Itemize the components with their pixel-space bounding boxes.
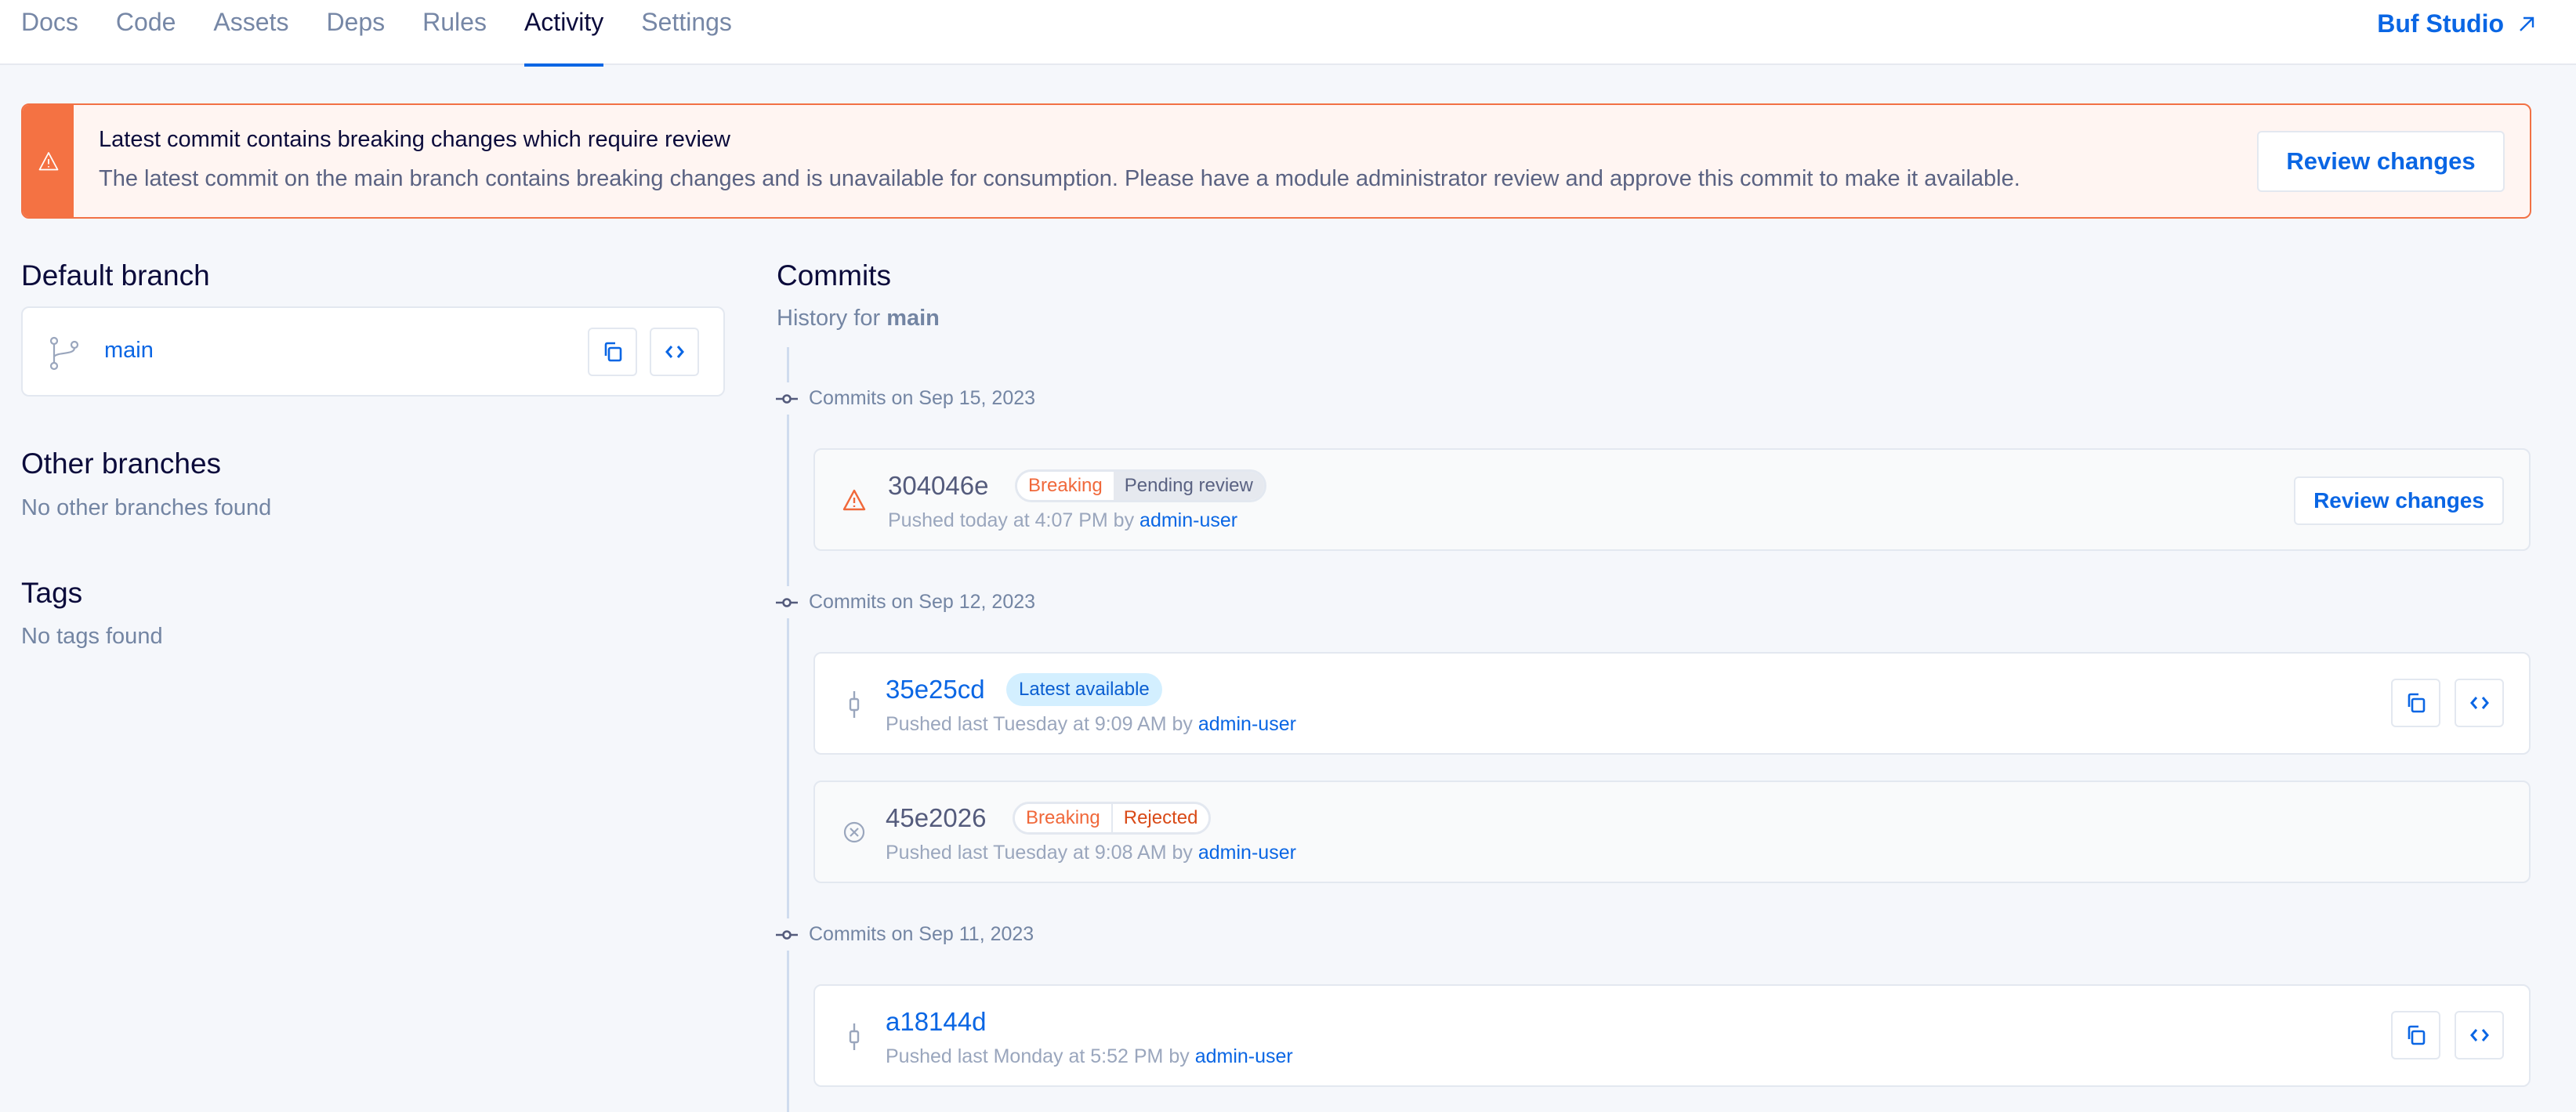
browse-code-button[interactable] — [2455, 679, 2504, 727]
status-badge: Breaking Rejected — [1013, 802, 1212, 835]
default-branch-heading: Default branch — [21, 259, 210, 292]
banner-message: The latest commit on the main branch con… — [99, 166, 2020, 191]
commit-meta: Pushed last Tuesday at 9:09 AM by admin-… — [886, 713, 1296, 736]
copy-icon — [2408, 1025, 2425, 1045]
commit-row: 45e2026 Breaking Rejected Pushed last Tu… — [813, 781, 2531, 883]
author-link[interactable]: admin-user — [1195, 1045, 1293, 1067]
warning-icon — [38, 151, 58, 170]
review-changes-button[interactable]: Review changes — [2294, 476, 2504, 525]
copy-commit-button[interactable] — [2391, 679, 2440, 727]
commits-subtitle: History for main — [777, 306, 940, 331]
external-link-arrow-icon — [2520, 16, 2534, 31]
copy-commit-button[interactable] — [2391, 1011, 2440, 1059]
author-link[interactable]: admin-user — [1198, 713, 1296, 735]
author-link[interactable]: admin-user — [1139, 509, 1237, 531]
pending-review-badge: Pending review — [1113, 472, 1264, 500]
tab-docs[interactable]: Docs — [21, 0, 78, 65]
default-branch-card: main — [21, 306, 725, 397]
code-icon — [2469, 697, 2489, 709]
commit-hash-link[interactable]: a18144d — [886, 1007, 986, 1037]
pushed-text: Pushed today at 4:07 PM by — [888, 509, 1135, 531]
browse-code-button[interactable] — [650, 328, 699, 376]
pushed-text: Pushed last Monday at 5:52 PM by — [886, 1045, 1190, 1067]
commit-row: 35e25cd Latest available Pushed last Tue… — [813, 652, 2531, 755]
commit-row: a18144d Pushed last Monday at 5:52 PM by… — [813, 984, 2531, 1087]
history-prefix: History for — [777, 306, 881, 331]
author-link[interactable]: admin-user — [1198, 842, 1296, 864]
commit-meta: Pushed last Monday at 5:52 PM by admin-u… — [886, 1045, 1293, 1068]
other-branches-empty: No other branches found — [21, 495, 272, 520]
other-branches-heading: Other branches — [21, 447, 222, 480]
tab-activity[interactable]: Activity — [524, 0, 604, 67]
date-group-header: Commits on Sep 12, 2023 — [776, 586, 1036, 618]
copy-icon — [2408, 693, 2425, 713]
history-branch: main — [886, 306, 940, 331]
copy-icon — [604, 342, 621, 362]
commit-icon — [849, 691, 860, 718]
banner-review-changes-button[interactable]: Review changes — [2257, 131, 2505, 192]
tags-empty: No tags found — [21, 624, 163, 649]
buf-studio-label: Buf Studio — [2377, 9, 2504, 38]
tab-code[interactable]: Code — [116, 0, 176, 65]
tab-rules[interactable]: Rules — [422, 0, 487, 65]
tab-assets[interactable]: Assets — [213, 0, 288, 65]
timeline-line — [787, 347, 789, 1112]
browse-code-button[interactable] — [2455, 1011, 2504, 1059]
top-nav-bar: Docs Code Assets Deps Rules Activity Set… — [0, 0, 2576, 67]
commit-row: 304046e Breaking Pending review Pushed t… — [813, 448, 2531, 551]
commit-icon — [849, 1023, 860, 1050]
commit-hash: 45e2026 — [886, 803, 987, 832]
date-label: Commits on Sep 12, 2023 — [809, 591, 1036, 613]
banner-title: Latest commit contains breaking changes … — [99, 127, 730, 152]
tab-settings[interactable]: Settings — [641, 0, 732, 65]
pushed-text: Pushed last Tuesday at 9:09 AM by — [886, 713, 1193, 735]
breaking-badge: Breaking — [1015, 804, 1111, 832]
commit-meta: Pushed last Tuesday at 9:08 AM by admin-… — [886, 842, 1296, 864]
breaking-change-banner: Latest commit contains breaking changes … — [21, 103, 2531, 219]
latest-available-badge: Latest available — [1006, 673, 1162, 706]
code-icon — [665, 346, 684, 358]
default-branch-link[interactable]: main — [104, 338, 154, 364]
date-group-header: Commits on Sep 15, 2023 — [776, 382, 1036, 415]
warning-icon — [842, 489, 866, 511]
commit-hash: 304046e — [888, 471, 989, 500]
commit-hash-link[interactable]: 35e25cd — [886, 675, 985, 705]
pushed-text: Pushed last Tuesday at 9:08 AM by — [886, 842, 1193, 864]
commit-node-icon — [776, 393, 798, 404]
module-tabs: Docs Code Assets Deps Rules Activity Set… — [21, 0, 770, 67]
date-group-header: Commits on Sep 11, 2023 — [776, 918, 1034, 951]
date-label: Commits on Sep 15, 2023 — [809, 387, 1036, 409]
tab-deps[interactable]: Deps — [326, 0, 385, 65]
copy-branch-button[interactable] — [588, 328, 637, 376]
date-label: Commits on Sep 11, 2023 — [809, 923, 1034, 945]
commit-node-icon — [776, 929, 798, 940]
banner-stripe — [23, 105, 74, 217]
rejected-badge: Rejected — [1110, 804, 1209, 832]
commits-heading: Commits — [777, 259, 891, 292]
code-icon — [2469, 1029, 2489, 1041]
rejected-circle-x-icon — [843, 821, 865, 843]
git-branch-icon — [49, 336, 79, 371]
tags-heading: Tags — [21, 577, 83, 609]
buf-studio-link[interactable]: Buf Studio — [2377, 9, 2535, 38]
status-badge: Breaking Pending review — [1015, 469, 1266, 502]
breaking-badge: Breaking — [1017, 472, 1114, 500]
commit-meta: Pushed today at 4:07 PM by admin-user — [888, 509, 1237, 532]
commit-node-icon — [776, 597, 798, 607]
